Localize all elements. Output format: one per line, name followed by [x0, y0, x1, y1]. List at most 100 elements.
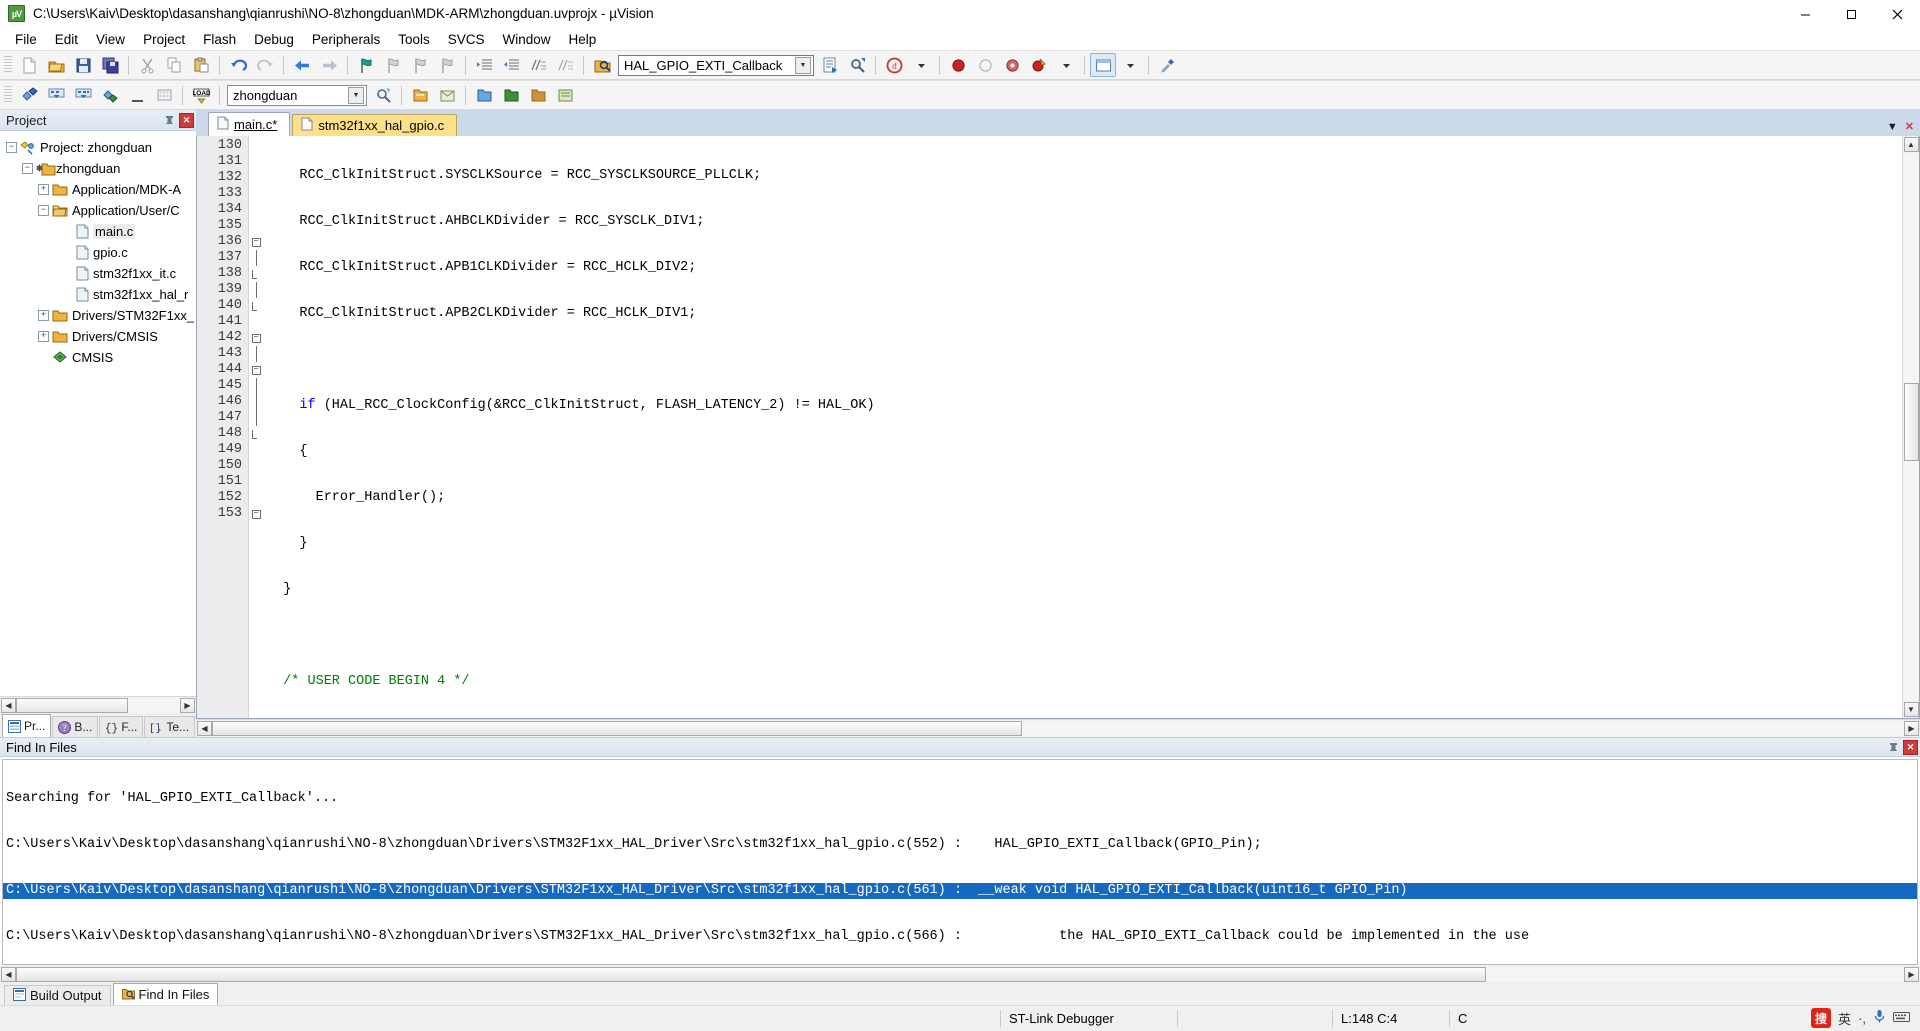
close-icon[interactable]: ✕: [1905, 120, 1914, 133]
expander-icon[interactable]: −: [22, 163, 33, 174]
batch-build-icon[interactable]: [97, 83, 123, 107]
breakpoints-dropdown-arrow[interactable]: [1053, 53, 1079, 77]
fold-column[interactable]: − − − −: [249, 136, 263, 718]
chevron-down-icon[interactable]: ▼: [348, 86, 364, 104]
code-line[interactable]: RCC_ClkInitStruct.APB1CLKDivider = RCC_H…: [263, 260, 1902, 276]
tree-item-target-zhongduan[interactable]: − zhongduan: [6, 158, 196, 179]
code-text[interactable]: RCC_ClkInitStruct.SYSCLKSource = RCC_SYS…: [263, 136, 1902, 718]
tree-item-stm32f1xx-it-c[interactable]: stm32f1xx_it.c: [6, 263, 196, 284]
target-combo[interactable]: zhongduan ▼: [227, 84, 367, 106]
editor-tab-main-c[interactable]: main.c*: [208, 112, 291, 136]
vscroll-track[interactable]: [1903, 153, 1919, 701]
pack-installer-icon[interactable]: [434, 83, 460, 107]
find-in-files-icon[interactable]: [589, 53, 615, 77]
manage-project-items-icon[interactable]: [407, 83, 433, 107]
scroll-down-icon[interactable]: ▼: [1903, 702, 1919, 717]
pin-icon[interactable]: [162, 113, 177, 128]
remove-item-icon[interactable]: [525, 83, 551, 107]
ime-punctuation-toggle[interactable]: ·,: [1858, 1011, 1866, 1026]
navigate-forward-icon[interactable]: [316, 53, 342, 77]
tree-item-application-user[interactable]: − Application/User/C: [6, 200, 196, 221]
fold-collapse-toggle[interactable]: −: [249, 234, 263, 250]
tab-functions[interactable]: {} F...: [99, 716, 144, 737]
save-icon[interactable]: [70, 53, 96, 77]
pin-icon[interactable]: [1886, 740, 1901, 755]
menu-svcs[interactable]: SVCS: [439, 30, 494, 49]
function-combo[interactable]: HAL_GPIO_EXTI_Callback ▼: [618, 54, 814, 76]
microphone-icon[interactable]: [1873, 1009, 1886, 1027]
tree-item-project-root[interactable]: − Project: zhongduan: [6, 137, 196, 158]
find-in-files-results[interactable]: Searching for 'HAL_GPIO_EXTI_Callback'..…: [2, 759, 1918, 965]
manage-targets-icon[interactable]: [151, 83, 177, 107]
code-line[interactable]: RCC_ClkInitStruct.APB2CLKDivider = RCC_H…: [263, 306, 1902, 322]
code-line[interactable]: RCC_ClkInitStruct.SYSCLKSource = RCC_SYS…: [263, 168, 1902, 184]
close-icon[interactable]: ✕: [179, 112, 194, 128]
rebuild-icon[interactable]: [70, 83, 96, 107]
hscroll-thumb[interactable]: [212, 721, 1022, 736]
redo-icon[interactable]: [252, 53, 278, 77]
manage-run-time-icon[interactable]: [552, 83, 578, 107]
toolbar-grip[interactable]: [4, 86, 12, 104]
hscroll-thumb[interactable]: [16, 966, 1486, 982]
target-options-icon[interactable]: [370, 83, 396, 107]
fold-collapse-toggle[interactable]: −: [249, 506, 263, 522]
tree-item-main-c[interactable]: main.c: [6, 221, 196, 242]
menu-peripherals[interactable]: Peripherals: [303, 30, 389, 49]
fold-collapse-toggle[interactable]: −: [249, 362, 263, 378]
bookmark-clear-icon[interactable]: [434, 53, 460, 77]
hscroll-thumb[interactable]: [16, 697, 128, 713]
editor-hscrollbar[interactable]: ◀ ▶: [196, 719, 1920, 737]
tab-find-in-files[interactable]: Find In Files: [112, 983, 219, 1005]
undo-icon[interactable]: [225, 53, 251, 77]
menu-help[interactable]: Help: [560, 30, 606, 49]
menu-debug[interactable]: Debug: [245, 30, 303, 49]
menu-edit[interactable]: Edit: [46, 30, 87, 49]
close-button[interactable]: [1874, 0, 1920, 28]
hscroll-track[interactable]: [212, 721, 1904, 736]
add-existing-files-icon[interactable]: [498, 83, 524, 107]
translate-icon[interactable]: [16, 83, 42, 107]
stop-build-icon[interactable]: [124, 83, 150, 107]
paste-icon[interactable]: [188, 53, 214, 77]
comment-icon[interactable]: [525, 53, 551, 77]
configure-icon[interactable]: [1154, 53, 1180, 77]
bookmark-prev-icon[interactable]: [380, 53, 406, 77]
menu-project[interactable]: Project: [134, 30, 194, 49]
expander-icon[interactable]: +: [38, 331, 49, 342]
save-all-icon[interactable]: [97, 53, 123, 77]
scroll-right-icon[interactable]: ▶: [1904, 721, 1919, 736]
minimize-button[interactable]: [1782, 0, 1828, 28]
editor-tab-stm32f1xx-hal-gpio-c[interactable]: stm32f1xx_hal_gpio.c: [292, 114, 458, 136]
keyboard-icon[interactable]: [1893, 1011, 1910, 1026]
result-line[interactable]: C:\Users\Kaiv\Desktop\dasanshang\qianrus…: [3, 929, 1917, 945]
tab-templates[interactable]: [] Te...: [144, 716, 196, 737]
download-load-icon[interactable]: LOAD: [188, 83, 214, 107]
tree-item-application-mdk[interactable]: + Application/MDK-A: [6, 179, 196, 200]
code-line[interactable]: {: [263, 444, 1902, 460]
scroll-left-icon[interactable]: ◀: [197, 721, 212, 736]
chevron-down-icon[interactable]: ▼: [1887, 121, 1898, 133]
disable-breakpoint-icon[interactable]: [972, 53, 998, 77]
scroll-right-icon[interactable]: ▶: [1904, 966, 1919, 982]
scroll-left-icon[interactable]: ◀: [1, 966, 16, 982]
hscroll-track[interactable]: [16, 966, 1904, 982]
code-line[interactable]: RCC_ClkInitStruct.AHBCLKDivider = RCC_SY…: [263, 214, 1902, 230]
start-debug-icon[interactable]: d: [881, 53, 907, 77]
close-icon[interactable]: ✕: [1903, 739, 1918, 755]
code-line[interactable]: [263, 628, 1902, 644]
scroll-left-icon[interactable]: ◀: [1, 697, 16, 713]
copy-icon[interactable]: [161, 53, 187, 77]
tree-item-cmsis[interactable]: CMSIS: [6, 347, 196, 368]
project-hscrollbar[interactable]: ◀ ▶: [0, 696, 196, 713]
code-line[interactable]: Error_Handler();: [263, 490, 1902, 506]
new-project-group-icon[interactable]: [471, 83, 497, 107]
expander-icon[interactable]: −: [38, 205, 49, 216]
editor-vscrollbar[interactable]: ▲ ▼: [1902, 136, 1919, 718]
expander-icon[interactable]: −: [6, 142, 17, 153]
sogou-ime-logo[interactable]: 搜: [1811, 1008, 1832, 1028]
menu-file[interactable]: File: [6, 30, 46, 49]
tab-books[interactable]: ? B...: [52, 716, 99, 737]
project-tree[interactable]: − Project: zhongduan − zhongduan + Appli…: [0, 131, 196, 696]
menu-view[interactable]: View: [87, 30, 134, 49]
scroll-up-icon[interactable]: ▲: [1903, 137, 1919, 152]
